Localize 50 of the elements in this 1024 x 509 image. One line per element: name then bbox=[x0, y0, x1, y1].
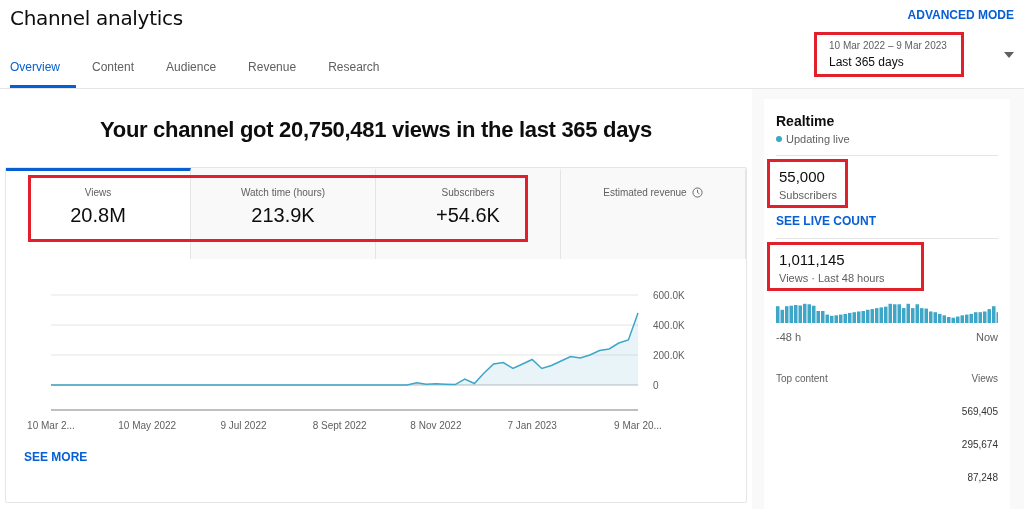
nav-tab[interactable]: Revenue bbox=[232, 60, 313, 88]
metric-value: 20.8M bbox=[70, 204, 126, 227]
nav-tab[interactable]: Research bbox=[312, 60, 396, 88]
views-column-heading: Views bbox=[971, 373, 998, 384]
date-range-text: 10 Mar 2022 – 9 Mar 2023 bbox=[829, 40, 948, 51]
metric-value: +54.6K bbox=[436, 204, 500, 227]
live-dot-icon bbox=[776, 136, 782, 142]
axis-start-label: -48 h bbox=[776, 331, 802, 343]
metric-label: Watch time (hours) bbox=[240, 187, 326, 198]
headline: Your channel got 20,750,481 views in the last 365 days bbox=[99, 117, 653, 143]
subscriber-count: 55,000 bbox=[779, 168, 826, 185]
x-tick-label: 10 May 2022 bbox=[118, 420, 177, 431]
views-label: Views · Last 48 hours bbox=[779, 272, 885, 284]
page-title: Channel analytics bbox=[10, 6, 184, 30]
x-tick-label: 8 Sept 2022 bbox=[312, 420, 367, 431]
metric-tab[interactable]: Watch time (hours) 213.9K bbox=[191, 168, 376, 259]
realtime-title: Realtime bbox=[776, 113, 836, 129]
y-tick-label: 0 bbox=[653, 380, 659, 391]
views-count: 1,011,145 bbox=[779, 251, 846, 268]
metric-tab[interactable]: Estimated revenue bbox=[561, 168, 746, 259]
nav-tab[interactable]: Overview bbox=[10, 60, 76, 88]
top-content-heading: Top content bbox=[776, 373, 828, 384]
metric-tab[interactable]: Views 20.8M bbox=[6, 168, 191, 259]
see-more-link[interactable]: SEE MORE bbox=[24, 450, 746, 464]
nav-tab[interactable]: Audience bbox=[150, 60, 233, 88]
date-preset-text: Last 365 days bbox=[829, 55, 905, 69]
metric-label: Subscribers bbox=[441, 187, 495, 198]
views-value: 87,248 bbox=[967, 472, 998, 483]
metric-value: 213.9K bbox=[251, 204, 315, 227]
axis-end-label: Now bbox=[976, 331, 998, 343]
metric-label: Views bbox=[84, 187, 112, 198]
metric-label: Estimated revenue bbox=[603, 187, 687, 198]
x-tick-label: 9 Mar 20... bbox=[614, 420, 662, 431]
caret-icon[interactable] bbox=[1004, 51, 1014, 58]
see-live-count-link[interactable]: SEE LIVE COUNT bbox=[776, 214, 998, 228]
x-tick-label: 9 Jul 2022 bbox=[220, 420, 267, 431]
y-tick-label: 600.0K bbox=[653, 290, 685, 301]
metric-tab[interactable]: Subscribers +54.6K bbox=[376, 168, 561, 259]
views-value: 569,405 bbox=[961, 406, 998, 417]
y-tick-label: 400.0K bbox=[653, 320, 685, 331]
x-tick-label: 7 Jan 2023 bbox=[507, 420, 557, 431]
y-tick-label: 200.0K bbox=[653, 350, 685, 361]
subscriber-label: Subscribers bbox=[779, 189, 838, 201]
live-status: Updating live bbox=[786, 133, 850, 145]
views-value: 295,674 bbox=[961, 439, 998, 450]
x-tick-label: 10 Mar 2... bbox=[27, 420, 75, 431]
advanced-mode-link[interactable]: ADVANCED MODE bbox=[907, 8, 1014, 22]
x-tick-label: 8 Nov 2022 bbox=[410, 420, 462, 431]
nav-tab[interactable]: Content bbox=[76, 60, 151, 88]
clock-icon bbox=[691, 187, 703, 198]
